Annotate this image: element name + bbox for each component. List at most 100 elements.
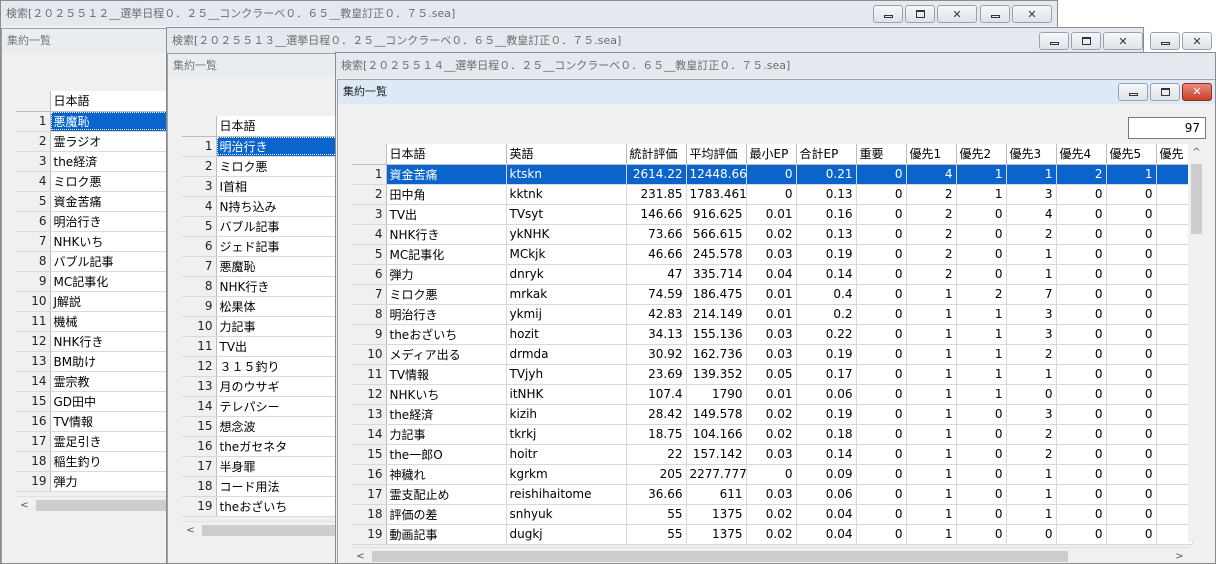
row-number[interactable]: 8	[16, 251, 51, 272]
table-row[interactable]: 12 ３１５釣り	[182, 356, 338, 377]
table-row[interactable]: 15 the一郎O hoitr 22 157.142 0.03 0.14 0 1 0 2 0 0	[352, 444, 1193, 465]
table-row[interactable]: 15 GD田中	[16, 391, 168, 412]
row-number[interactable]: 15	[16, 391, 51, 412]
priority6-cell[interactable]	[1156, 404, 1193, 425]
priority6-cell[interactable]	[1156, 324, 1193, 345]
row-number[interactable]: 8	[182, 276, 217, 297]
japanese-cell[interactable]: the経済	[50, 151, 168, 172]
english-cell[interactable]: ykNHK	[506, 224, 627, 245]
table-row[interactable]: 19 弾力	[16, 471, 168, 492]
priority4-cell[interactable]: 0	[1056, 224, 1107, 245]
table-row[interactable]: 2 霊ラジオ	[16, 131, 168, 152]
priority4-cell[interactable]: 0	[1056, 204, 1107, 225]
row-number[interactable]: 11	[182, 336, 217, 357]
table-row[interactable]: 4 N持ち込み	[182, 196, 338, 217]
table-row[interactable]: 1 明治行き	[182, 136, 338, 157]
japanese-cell[interactable]: テレパシー	[216, 396, 338, 417]
table-row[interactable]: 3 the経済	[16, 151, 168, 172]
priority5-cell[interactable]: 0	[1106, 524, 1157, 545]
row-number[interactable]: 6	[352, 264, 387, 285]
japanese-cell[interactable]: 稲生釣り	[50, 451, 168, 472]
priority6-cell[interactable]	[1156, 164, 1193, 185]
row-number[interactable]: 5	[352, 244, 387, 265]
table-row[interactable]: 16 TV情報	[16, 411, 168, 432]
avg-score-cell[interactable]: 2277.777	[686, 464, 747, 485]
japanese-cell[interactable]: 力記事	[216, 316, 338, 337]
row-number[interactable]: 17	[352, 484, 387, 505]
english-cell[interactable]: dnryk	[506, 264, 627, 285]
importance-cell[interactable]: 0	[856, 204, 907, 225]
priority3-cell[interactable]: 0	[1006, 524, 1057, 545]
row-number[interactable]: 3	[352, 204, 387, 225]
japanese-cell[interactable]: the経済	[386, 404, 507, 425]
japanese-cell[interactable]: TV出	[386, 204, 507, 225]
priority6-cell[interactable]	[1156, 344, 1193, 365]
table-row[interactable]: 13 the経済 kizih 28.42 149.578 0.02 0.19 0 1 0 3 0 0	[352, 404, 1193, 425]
english-cell[interactable]: itNHK	[506, 384, 627, 405]
priority2-cell[interactable]: 0	[956, 464, 1007, 485]
priority2-cell[interactable]: 0	[956, 504, 1007, 525]
stat-score-cell[interactable]: 47	[626, 264, 687, 285]
total-ep-cell[interactable]: 0.17	[796, 364, 857, 385]
table-row[interactable]: 18 コード用法	[182, 476, 338, 497]
table-row[interactable]: 6 弾力 dnryk 47 335.714 0.04 0.14 0 2 0 1 0 0	[352, 264, 1193, 285]
min-ep-cell[interactable]: 0	[746, 184, 797, 205]
column-header-avg-score[interactable]: 平均評価	[686, 144, 747, 165]
japanese-cell[interactable]: 月のウサギ	[216, 376, 338, 397]
importance-cell[interactable]: 0	[856, 384, 907, 405]
japanese-cell[interactable]: MC記事化	[386, 244, 507, 265]
min-ep-cell[interactable]: 0.01	[746, 204, 797, 225]
column-header-japanese[interactable]: 日本語	[216, 116, 338, 137]
priority2-cell[interactable]: 0	[956, 484, 1007, 505]
stat-score-cell[interactable]: 28.42	[626, 404, 687, 425]
english-cell[interactable]: TVsyt	[506, 204, 627, 225]
japanese-cell[interactable]: ジェド記事	[216, 236, 338, 257]
row-number[interactable]: 19	[16, 471, 51, 492]
row-number[interactable]: 5	[182, 216, 217, 237]
row-number[interactable]: 18	[16, 451, 51, 472]
priority5-cell[interactable]: 0	[1106, 244, 1157, 265]
table-row[interactable]: 13 BM助け	[16, 351, 168, 372]
table-row[interactable]: 7 ミロク悪 mrkak 74.59 186.475 0.01 0.4 0 1 2 7 0 0	[352, 284, 1193, 305]
table-row[interactable]: 12 NHK行き	[16, 331, 168, 352]
min-ep-cell[interactable]: 0.03	[746, 444, 797, 465]
row-number[interactable]: 13	[352, 404, 387, 425]
priority4-cell[interactable]: 0	[1056, 444, 1107, 465]
min-ep-cell[interactable]: 0.02	[746, 504, 797, 525]
english-cell[interactable]: snhyuk	[506, 504, 627, 525]
priority6-cell[interactable]	[1156, 424, 1193, 445]
row-number[interactable]: 4	[182, 196, 217, 217]
priority5-cell[interactable]: 0	[1106, 224, 1157, 245]
japanese-cell[interactable]: ミロク悪	[50, 171, 168, 192]
priority1-cell[interactable]: 1	[906, 384, 957, 405]
avg-score-cell[interactable]: 1375	[686, 504, 747, 525]
avg-score-cell[interactable]: 12448.666	[686, 164, 747, 185]
priority4-cell[interactable]: 0	[1056, 424, 1107, 445]
table-row[interactable]: 1 悪魔恥	[16, 111, 168, 132]
row-number[interactable]: 11	[352, 364, 387, 385]
row-number[interactable]: 12	[352, 384, 387, 405]
japanese-cell[interactable]: 動画記事	[386, 524, 507, 545]
priority5-cell[interactable]: 0	[1106, 284, 1157, 305]
total-ep-cell[interactable]: 0.14	[796, 444, 857, 465]
row-number[interactable]: 2	[352, 184, 387, 205]
column-header-importance[interactable]: 重要	[856, 144, 907, 165]
avg-score-cell[interactable]: 186.475	[686, 284, 747, 305]
total-ep-cell[interactable]: 0.21	[796, 164, 857, 185]
close-button[interactable]: ✕	[1103, 32, 1143, 50]
table-row[interactable]: 17 霊足引き	[16, 431, 168, 452]
table-row[interactable]: 4 ミロク悪	[16, 171, 168, 192]
min-ep-cell[interactable]: 0.04	[746, 264, 797, 285]
table-row[interactable]: 6 ジェド記事	[182, 236, 338, 257]
row-number[interactable]: 2	[16, 131, 51, 152]
min-ep-cell[interactable]: 0.02	[746, 404, 797, 425]
table-row[interactable]: 12 NHKいち itNHK 107.4 1790 0.01 0.06 0 1 1 0 0 0	[352, 384, 1193, 405]
importance-cell[interactable]: 0	[856, 324, 907, 345]
japanese-cell[interactable]: 悪魔恥	[216, 256, 338, 277]
priority3-cell[interactable]: 3	[1006, 404, 1057, 425]
min-ep-cell[interactable]: 0	[746, 164, 797, 185]
avg-score-cell[interactable]: 1375	[686, 524, 747, 545]
column-header-priority6[interactable]: 優先	[1156, 144, 1193, 165]
priority5-cell[interactable]: 0	[1106, 264, 1157, 285]
priority5-cell[interactable]: 0	[1106, 184, 1157, 205]
